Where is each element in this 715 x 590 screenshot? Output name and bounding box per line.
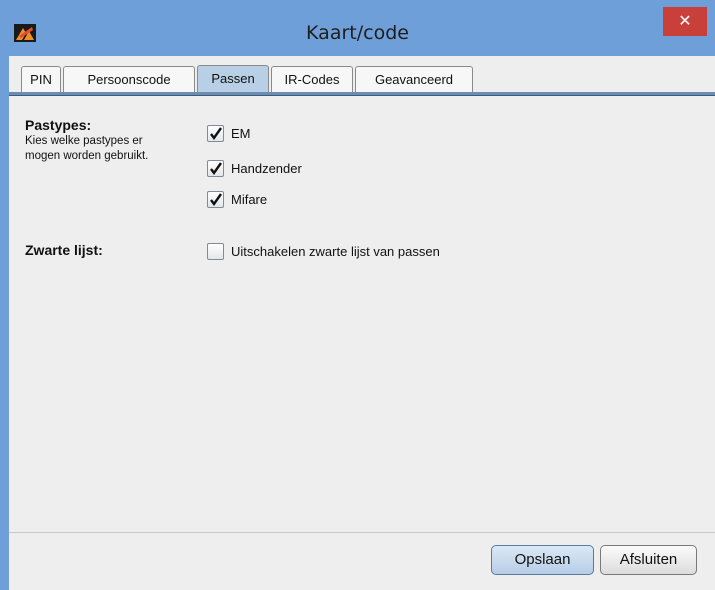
close-icon: ✕ xyxy=(678,11,692,30)
disable-blacklist-label[interactable]: Uitschakelen zwarte lijst van passen xyxy=(231,244,440,259)
mifare-checkbox[interactable] xyxy=(207,191,224,208)
tab-passen[interactable]: Passen xyxy=(197,65,269,93)
pastypes-heading: Pastypes: xyxy=(25,117,92,133)
disable-blacklist-checkbox[interactable] xyxy=(207,243,224,260)
tab-geavanceerd[interactable]: Geavanceerd xyxy=(355,66,473,92)
blacklist-heading: Zwarte lijst: xyxy=(25,242,103,258)
window-title: Kaart/code xyxy=(306,22,409,44)
dialog-window: Kaart/code ✕ PIN Persoonscode Passen IR-… xyxy=(0,0,715,590)
pastypes-description-line1: Kies welke pastypes er xyxy=(25,135,143,147)
tab-persoonscode[interactable]: Persoonscode xyxy=(63,66,195,92)
pastypes-description-line2: mogen worden gebruikt. xyxy=(25,150,149,162)
checkmark-icon xyxy=(210,127,222,141)
handzender-checkbox[interactable] xyxy=(207,160,224,177)
em-checkbox[interactable] xyxy=(207,125,224,142)
save-button[interactable]: Opslaan xyxy=(491,545,594,575)
mifare-label[interactable]: Mifare xyxy=(231,192,267,207)
tab-strip: PIN Persoonscode Passen IR-Codes Geavanc… xyxy=(9,56,715,98)
dialog-content: PIN Persoonscode Passen IR-Codes Geavanc… xyxy=(9,56,715,590)
pastypes-description: Kies welke pastypes er mogen worden gebr… xyxy=(25,134,148,164)
em-label[interactable]: EM xyxy=(231,126,251,141)
checkmark-icon xyxy=(210,162,222,176)
title-bar[interactable]: Kaart/code ✕ xyxy=(0,0,715,56)
tab-pin[interactable]: PIN xyxy=(21,66,61,92)
handzender-label[interactable]: Handzender xyxy=(231,161,302,176)
tab-underline xyxy=(9,92,715,96)
tab-ir-codes[interactable]: IR-Codes xyxy=(271,66,353,92)
close-button[interactable]: Afsluiten xyxy=(600,545,697,575)
checkmark-icon xyxy=(210,193,222,207)
footer-divider xyxy=(9,532,715,533)
close-window-button[interactable]: ✕ xyxy=(663,7,707,36)
